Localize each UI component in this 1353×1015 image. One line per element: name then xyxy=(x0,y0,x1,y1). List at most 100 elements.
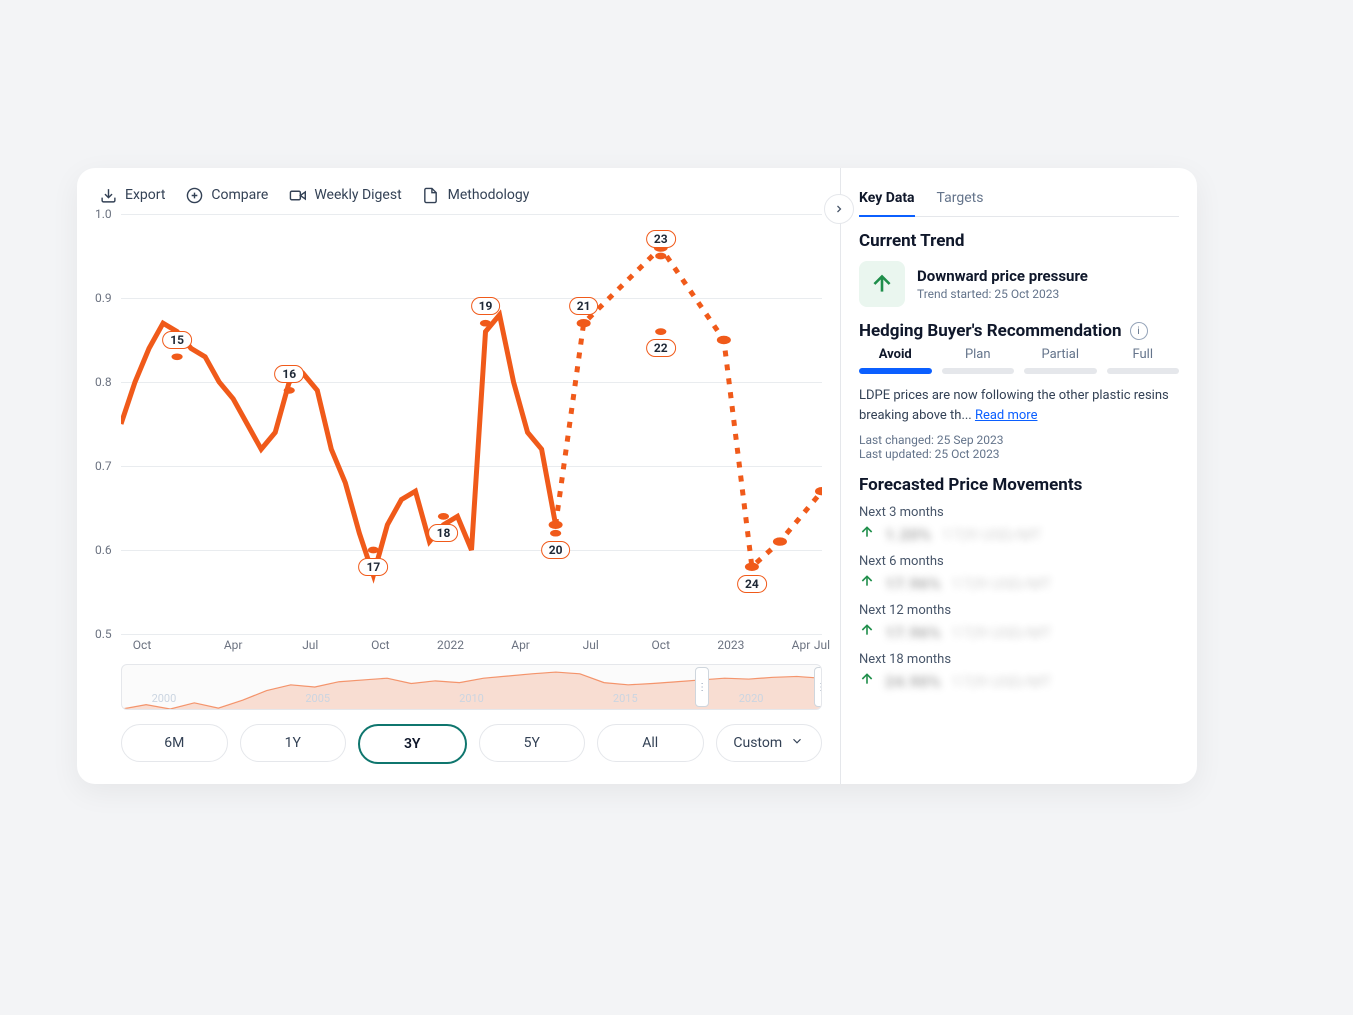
price-chart[interactable]: 15 16 17 18 19 20 21 22 23 24 xyxy=(121,214,822,634)
chart-annotation[interactable]: 15 xyxy=(162,331,192,349)
chart-annotation[interactable]: 18 xyxy=(429,524,459,542)
x-tick-label: 2023 xyxy=(717,638,744,652)
y-tick-label: 0.7 xyxy=(95,459,112,473)
x-axis: OctAprJulOct2022AprJulOct2023AprJul xyxy=(121,634,822,656)
trend-title: Downward price pressure xyxy=(917,267,1088,285)
chart-column: Export Compare Weekly Digest xyxy=(77,168,840,784)
compare-label: Compare xyxy=(211,187,268,203)
forecast-row: Next 18 months24.90%1729 USD/MT xyxy=(859,652,1179,691)
y-tick-label: 0.8 xyxy=(95,375,112,389)
tab-targets[interactable]: Targets xyxy=(937,182,984,216)
hedge-option-partial[interactable]: Partial xyxy=(1024,347,1097,374)
forecast-row: Next 12 months17.96%1729 USD/MT xyxy=(859,603,1179,642)
chart-toolbar: Export Compare Weekly Digest xyxy=(99,186,822,204)
brush-tick: 2010 xyxy=(459,692,484,705)
methodology-button[interactable]: Methodology xyxy=(422,186,530,204)
brush-handle-left[interactable] xyxy=(695,667,709,707)
forecast-pct: 1.20% xyxy=(885,525,932,544)
x-tick-label: Oct xyxy=(133,638,151,652)
x-tick-label: Oct xyxy=(371,638,389,652)
forecast-pct: 24.90% xyxy=(885,672,941,691)
hedge-option-avoid[interactable]: Avoid xyxy=(859,347,932,374)
forecast-pct: 17.96% xyxy=(885,574,941,593)
range-label: Custom xyxy=(733,735,782,751)
chart-annotation[interactable]: 20 xyxy=(541,541,571,559)
file-icon xyxy=(422,186,440,204)
range-custom[interactable]: Custom xyxy=(716,724,823,762)
forecast-row: Next 3 months1.20%1729 USD/MT xyxy=(859,505,1179,544)
brush-tick: 2020 xyxy=(739,692,764,705)
chart-annotation[interactable]: 22 xyxy=(646,339,676,357)
y-tick-label: 0.6 xyxy=(95,543,112,557)
x-tick-label: Apr xyxy=(511,638,530,652)
hedge-option-bar xyxy=(1107,368,1180,374)
forecast-section: Forecasted Price Movements Next 3 months… xyxy=(859,475,1179,691)
hedge-option-label: Full xyxy=(1132,347,1153,362)
range-all[interactable]: All xyxy=(597,724,704,762)
range-6m[interactable]: 6M xyxy=(121,724,228,762)
hedge-option-full[interactable]: Full xyxy=(1107,347,1180,374)
tab-key-data[interactable]: Key Data xyxy=(859,182,915,216)
forecast-price: 1729 USD/MT xyxy=(951,574,1051,593)
export-button[interactable]: Export xyxy=(99,186,165,204)
range-3y[interactable]: 3Y xyxy=(358,724,467,764)
hedging-heading: Hedging Buyer's Recommendation xyxy=(859,321,1122,341)
arrow-up-icon xyxy=(859,573,875,593)
range-label: All xyxy=(642,735,658,751)
chart-area: 0.50.60.70.80.91.0 15161718192021222324 … xyxy=(99,214,822,764)
forecast-pct: 17.96% xyxy=(885,623,941,642)
chart-annotation[interactable]: 17 xyxy=(358,558,388,576)
chart-annotation[interactable]: 24 xyxy=(737,575,767,593)
time-brush[interactable]: 20002005201020152020 xyxy=(121,664,822,710)
compare-button[interactable]: Compare xyxy=(185,186,268,204)
hedge-option-label: Plan xyxy=(965,347,991,362)
trend-badge xyxy=(859,261,905,307)
range-label: 3Y xyxy=(404,736,421,752)
x-tick-label: Apr xyxy=(224,638,243,652)
chart-annotation[interactable]: 16 xyxy=(274,365,304,383)
methodology-label: Methodology xyxy=(448,187,530,203)
forecast-label: Next 12 months xyxy=(859,603,1179,618)
hedging-description: LDPE prices are now following the other … xyxy=(859,386,1179,425)
download-icon xyxy=(99,186,117,204)
hedge-option-plan[interactable]: Plan xyxy=(942,347,1015,374)
hedge-option-bar xyxy=(1024,368,1097,374)
trend-subtitle: Trend started: 25 Oct 2023 xyxy=(917,287,1088,301)
x-tick-label: Jul xyxy=(814,638,830,652)
hedge-option-bar xyxy=(859,368,932,374)
hedge-option-label: Partial xyxy=(1041,347,1079,362)
side-tabs: Key Data Targets xyxy=(859,182,1179,217)
export-label: Export xyxy=(125,187,165,203)
weekly-digest-label: Weekly Digest xyxy=(314,187,401,203)
hedging-section: Hedging Buyer's Recommendation i Avoid Pl… xyxy=(859,321,1179,461)
weekly-digest-button[interactable]: Weekly Digest xyxy=(288,186,401,204)
forecast-heading: Forecasted Price Movements xyxy=(859,475,1179,495)
forecast-label: Next 3 months xyxy=(859,505,1179,520)
brush-tick: 2000 xyxy=(152,692,177,705)
x-tick-label: Apr xyxy=(792,638,811,652)
chevron-down-icon xyxy=(790,734,804,752)
arrow-up-icon xyxy=(869,271,895,297)
dashboard-card: Export Compare Weekly Digest xyxy=(77,168,1197,784)
chart-annotation[interactable]: 23 xyxy=(646,230,676,248)
range-1y[interactable]: 1Y xyxy=(240,724,347,762)
x-tick-label: Oct xyxy=(652,638,670,652)
arrow-up-icon xyxy=(859,622,875,642)
y-tick-label: 0.5 xyxy=(95,627,112,641)
y-tick-label: 0.9 xyxy=(95,291,112,305)
hedge-option-label: Avoid xyxy=(879,347,912,362)
forecast-label: Next 6 months xyxy=(859,554,1179,569)
info-icon[interactable]: i xyxy=(1130,322,1148,340)
brush-handle-right[interactable] xyxy=(814,667,822,707)
arrow-up-icon xyxy=(859,524,875,544)
current-trend-section: Current Trend Downward price pressure Tr… xyxy=(859,231,1179,307)
read-more-link[interactable]: Read more xyxy=(975,408,1038,423)
chart-annotation[interactable]: 21 xyxy=(569,297,599,315)
range-5y[interactable]: 5Y xyxy=(479,724,586,762)
range-label: 5Y xyxy=(524,735,540,751)
collapse-panel-button[interactable] xyxy=(824,194,854,224)
forecast-label: Next 18 months xyxy=(859,652,1179,667)
chart-annotation[interactable]: 19 xyxy=(471,297,501,315)
range-selector: 6M 1Y 3Y 5Y All Custom xyxy=(121,724,822,764)
y-tick-label: 1.0 xyxy=(95,207,112,221)
